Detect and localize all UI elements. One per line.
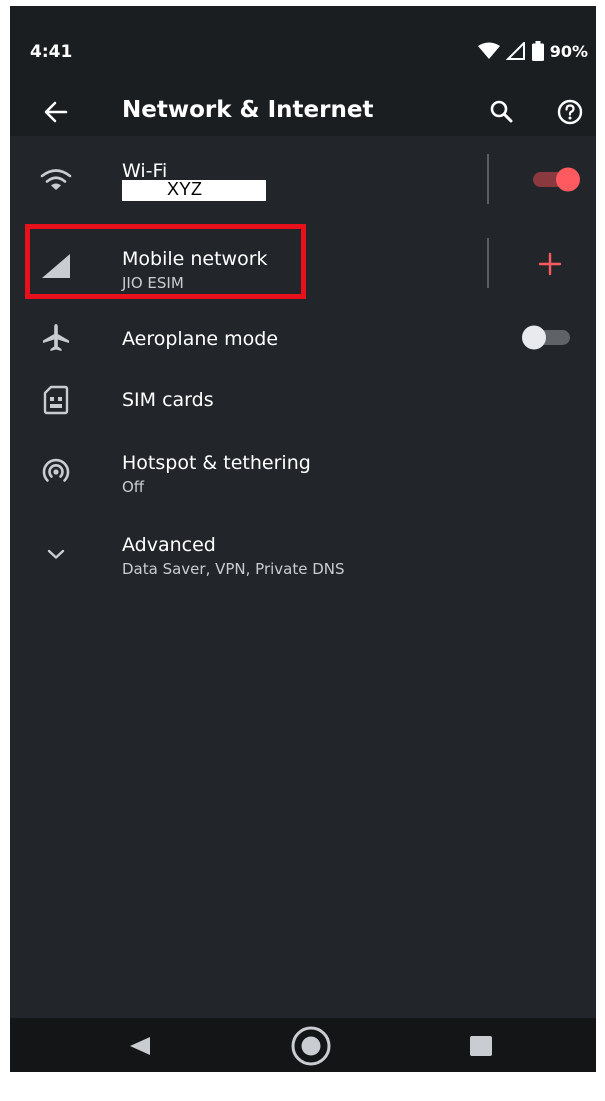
chevron-down-icon: [36, 534, 76, 574]
wifi-status-icon: [477, 42, 500, 59]
page-title: Network & Internet: [122, 97, 374, 123]
battery-percentage: 90%: [549, 41, 588, 61]
aeroplane-mode-label: Aeroplane mode: [122, 328, 279, 350]
hotspot-icon: [36, 452, 76, 492]
nav-recents-button[interactable]: [468, 1034, 494, 1058]
help-button[interactable]: [552, 94, 588, 130]
nav-home-icon: [291, 1026, 331, 1066]
search-button[interactable]: [484, 94, 520, 130]
status-icons: 90%: [477, 40, 588, 62]
advanced-subtitle: Data Saver, VPN, Private DNS: [122, 560, 345, 578]
hotspot-label: Hotspot & tethering: [122, 452, 311, 474]
mobile-network-divider: [487, 238, 489, 288]
setting-row-sim-cards[interactable]: SIM cards: [10, 374, 596, 428]
wifi-divider: [487, 154, 489, 204]
advanced-label: Advanced: [122, 534, 216, 556]
sim-cards-label: SIM cards: [122, 389, 214, 411]
app-bar: Network & Internet: [10, 90, 596, 136]
wifi-toggle[interactable]: [530, 164, 584, 194]
plus-icon: [538, 252, 562, 276]
setting-row-wifi[interactable]: Wi-Fi: [10, 146, 596, 216]
status-time: 4:41: [30, 42, 73, 62]
nav-back-button[interactable]: [124, 1032, 154, 1060]
wifi-label: Wi-Fi: [122, 160, 168, 182]
signal-status-icon: [505, 42, 525, 60]
nav-recents-icon: [470, 1036, 492, 1056]
setting-row-aeroplane-mode[interactable]: Aeroplane mode: [10, 310, 596, 366]
arrow-back-icon: [44, 101, 68, 123]
wifi-icon: [36, 160, 76, 200]
sim-card-icon: [36, 380, 76, 420]
nav-back-icon: [130, 1037, 150, 1055]
navigation-bar: [10, 1018, 596, 1072]
setting-row-advanced[interactable]: Advanced Data Saver, VPN, Private DNS: [10, 520, 596, 590]
setting-row-hotspot[interactable]: Hotspot & tethering Off: [10, 438, 596, 508]
status-bar: 4:41 90%: [10, 6, 596, 90]
aeroplane-mode-toggle[interactable]: [516, 322, 570, 352]
hotspot-subtitle: Off: [122, 478, 145, 496]
phone-screen: 4:41 90% Network & Internet Wi-Fi XYZ Mo…: [10, 6, 596, 1072]
airplane-icon: [36, 318, 76, 358]
help-icon: [557, 99, 583, 125]
add-mobile-network-button[interactable]: [534, 248, 566, 280]
nav-home-button[interactable]: [288, 1026, 334, 1066]
battery-icon: [531, 41, 544, 61]
wifi-network-name: XYZ: [167, 179, 203, 199]
search-icon: [490, 100, 513, 123]
highlight-box: [25, 224, 306, 299]
back-button[interactable]: [38, 94, 74, 130]
